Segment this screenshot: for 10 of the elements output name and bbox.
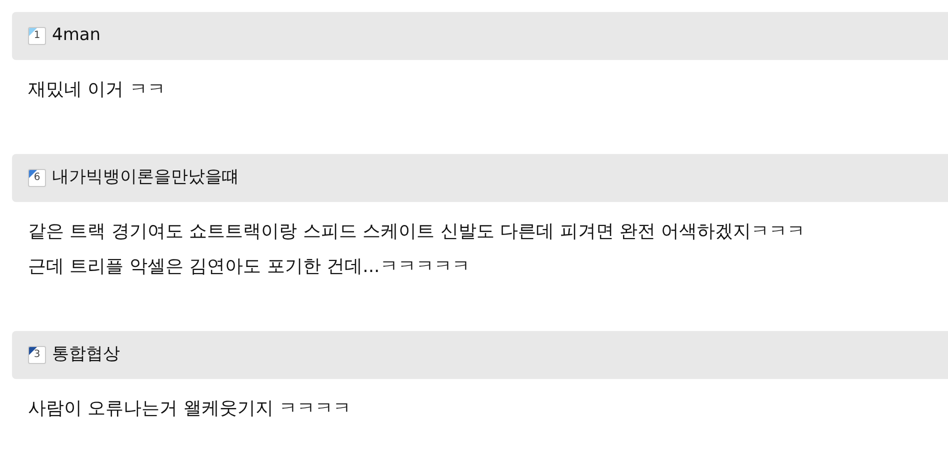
author-name[interactable]: 4man: [52, 23, 101, 49]
level-badge-icon: 1: [28, 27, 46, 45]
comment-text: 재밌네 이거 ㅋㅋ: [28, 78, 166, 102]
level-badge-icon: 3: [28, 346, 46, 364]
author-name[interactable]: 통합협상: [52, 342, 120, 368]
comment-text: 사람이 오류나는거 왤케웃기지 ㅋㅋㅋㅋ: [28, 397, 352, 421]
comment-text: 같은 트랙 경기여도 쇼트트랙이랑 스피드 스케이트 신발도 다른데 피겨면 완전 어색하겠지ㅋㅋㅋ: [28, 220, 806, 244]
comment-text: 근데 트리플 악셀은 김연아도 포기한 건데...ㅋㅋㅋㅋㅋ: [28, 255, 470, 279]
author-name[interactable]: 내가빅뱅이론을만났을떄: [52, 165, 239, 191]
level-badge-icon: 6: [28, 169, 46, 187]
